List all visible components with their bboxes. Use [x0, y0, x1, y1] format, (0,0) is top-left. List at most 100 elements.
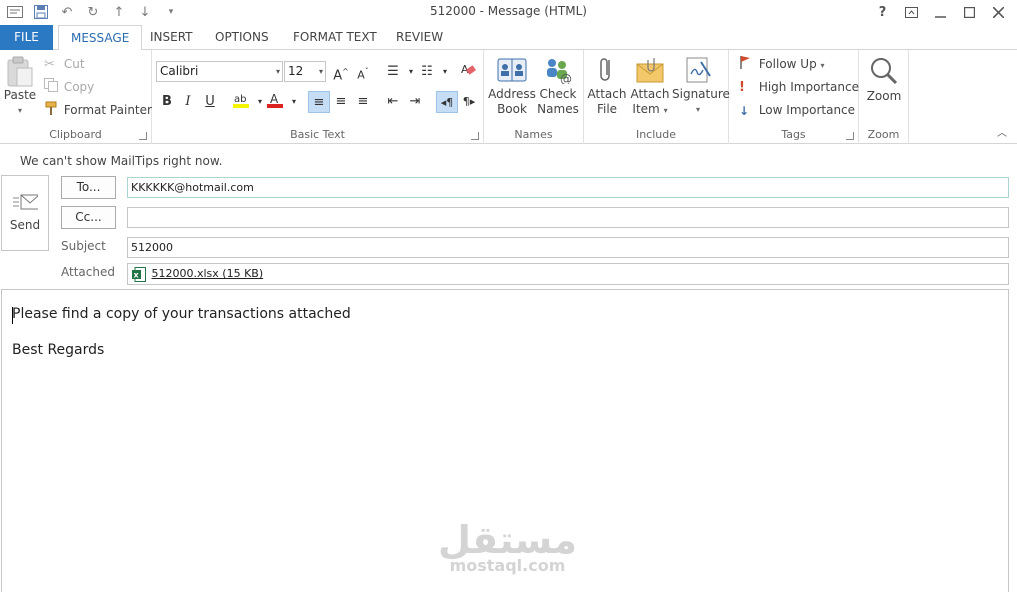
- underline-button[interactable]: U: [199, 91, 221, 113]
- tab-file[interactable]: FILE: [0, 25, 53, 50]
- font-size-combo[interactable]: 12 ▾: [284, 61, 326, 82]
- format-painter-label: Format Painter: [63, 103, 152, 117]
- cc-field[interactable]: [127, 207, 1009, 228]
- mailtips-message: We can't show MailTips right now.: [20, 154, 223, 168]
- font-name-dropdown-icon[interactable]: ▾: [276, 62, 280, 81]
- tab-review[interactable]: REVIEW: [384, 25, 455, 50]
- attached-label: Attached: [61, 265, 115, 279]
- clear-formatting-icon[interactable]: A: [457, 61, 479, 83]
- check-names-icon: @: [547, 59, 572, 84]
- ribbon: Paste ▾ ✂ Cut Copy Format Painter Clipbo…: [0, 50, 1017, 144]
- names-group: Address Book @ Check Names Names: [484, 50, 584, 144]
- to-button[interactable]: To...: [61, 176, 116, 199]
- title-bar: ↶ ↻ ↑ ↓ ▾ 512000 - Message (HTML) ?: [0, 0, 1017, 24]
- text-cursor: [12, 307, 13, 324]
- decrease-indent-icon[interactable]: ⇤: [382, 91, 404, 113]
- send-label: Send: [9, 218, 41, 232]
- zoom-group: Zoom Zoom: [859, 50, 909, 144]
- increase-indent-icon[interactable]: ⇥: [404, 91, 426, 113]
- align-left-icon[interactable]: ≡: [308, 91, 330, 113]
- follow-up-label: Follow Up: [758, 57, 817, 71]
- copy-label: Copy: [63, 80, 95, 94]
- include-group: Attach File Attach Item ▾ Signature ▾ In…: [584, 50, 730, 144]
- align-center-icon[interactable]: ≡: [330, 91, 352, 113]
- paperclip-icon: [600, 58, 610, 81]
- window-controls: ?: [868, 0, 1013, 24]
- check-names-button[interactable]: @ Check Names: [536, 56, 580, 117]
- cut-button[interactable]: ✂ Cut: [44, 54, 85, 74]
- attachment-file-link[interactable]: 512000.xlsx (15 KB): [152, 267, 264, 280]
- svg-text:@: @: [560, 72, 572, 84]
- tab-insert[interactable]: INSERT: [138, 25, 205, 50]
- paste-label: Paste: [3, 88, 37, 102]
- zoom-button[interactable]: Zoom: [863, 56, 905, 104]
- attach-item-label-2-text: Item: [632, 102, 660, 116]
- grow-font-icon[interactable]: A^: [330, 61, 352, 83]
- shrink-font-icon[interactable]: Aˇ: [352, 61, 374, 83]
- subject-label: Subject: [61, 239, 106, 253]
- copy-button[interactable]: Copy: [44, 77, 94, 97]
- font-color-dropdown-icon[interactable]: ▾: [283, 91, 305, 113]
- font-size-dropdown-icon[interactable]: ▾: [319, 62, 323, 81]
- maximize-icon[interactable]: [955, 0, 984, 24]
- bold-button[interactable]: B: [156, 91, 178, 113]
- high-importance-button[interactable]: ! High Importance: [739, 77, 859, 97]
- minimize-icon[interactable]: [926, 0, 955, 24]
- address-book-label-1: Address: [488, 87, 536, 101]
- scissors-icon: ✂: [44, 56, 55, 72]
- copy-icon: [44, 77, 60, 98]
- ribbon-display-options-icon[interactable]: [897, 0, 926, 24]
- watermark-latin-text: mostaql.com: [449, 556, 566, 575]
- send-icon: [13, 194, 38, 210]
- attach-item-dropdown-icon: ▾: [663, 106, 668, 115]
- collapse-ribbon-icon[interactable]: ︿: [997, 124, 1007, 139]
- right-to-left-icon[interactable]: ¶▸: [458, 91, 480, 113]
- message-body[interactable]: Please find a copy of your transactions …: [1, 289, 1009, 592]
- follow-up-dropdown-icon[interactable]: ▾: [821, 61, 825, 70]
- clipboard-group-label: Clipboard: [49, 128, 102, 141]
- check-names-label-2: Names: [537, 102, 579, 116]
- tags-group-label: Tags: [781, 128, 806, 141]
- cc-button[interactable]: Cc...: [61, 206, 116, 229]
- tab-format-text[interactable]: FORMAT TEXT: [281, 25, 389, 50]
- high-importance-label: High Importance: [758, 80, 859, 94]
- paste-dropdown-icon[interactable]: ▾: [3, 103, 37, 118]
- attach-item-button[interactable]: Attach Item ▾: [628, 56, 672, 118]
- font-name-combo[interactable]: Calibri ▾: [156, 61, 283, 82]
- zoom-group-label: Zoom: [867, 128, 900, 141]
- tags-group: Follow Up ▾ ! High Importance ↓ Low Impo…: [729, 50, 859, 144]
- paste-icon: [7, 56, 33, 87]
- basic-text-dialog-launcher-icon[interactable]: [471, 132, 479, 140]
- close-icon[interactable]: [984, 0, 1013, 24]
- signature-label: Signature: [672, 87, 730, 101]
- send-button[interactable]: Send: [1, 175, 49, 251]
- subject-field[interactable]: 512000: [127, 237, 1009, 258]
- check-names-label-1: Check: [539, 87, 577, 101]
- address-book-icon: [497, 58, 527, 82]
- tab-message[interactable]: MESSAGE: [58, 25, 143, 51]
- svg-text:ab: ab: [234, 94, 246, 105]
- excel-file-icon: x: [132, 266, 146, 282]
- magnifier-icon: [871, 58, 898, 85]
- tags-dialog-launcher-icon[interactable]: [846, 132, 854, 140]
- address-book-button[interactable]: Address Book: [488, 56, 536, 117]
- include-group-label: Include: [635, 128, 677, 141]
- help-button[interactable]: ?: [868, 0, 897, 24]
- attach-file-label-2: File: [596, 102, 618, 116]
- left-to-right-icon[interactable]: ◂¶: [436, 91, 458, 113]
- body-line-2: Best Regards: [12, 342, 105, 358]
- numbering-dropdown-icon[interactable]: ▾: [434, 61, 456, 83]
- tab-options[interactable]: OPTIONS: [203, 25, 281, 50]
- signature-button[interactable]: Signature ▾: [672, 56, 730, 117]
- attach-item-label-1: Attach: [630, 87, 670, 101]
- align-right-icon[interactable]: ≡: [352, 91, 374, 113]
- paste-button[interactable]: Paste ▾: [3, 56, 37, 118]
- italic-button[interactable]: I: [177, 91, 199, 113]
- format-painter-button[interactable]: Format Painter: [44, 100, 152, 120]
- cut-label: Cut: [63, 57, 85, 71]
- low-importance-button[interactable]: ↓ Low Importance: [739, 100, 855, 120]
- attach-file-button[interactable]: Attach File: [586, 56, 628, 117]
- clipboard-dialog-launcher-icon[interactable]: [139, 132, 147, 140]
- to-field[interactable]: KKKKKK@hotmail.com: [127, 177, 1009, 198]
- follow-up-button[interactable]: Follow Up ▾: [739, 54, 825, 74]
